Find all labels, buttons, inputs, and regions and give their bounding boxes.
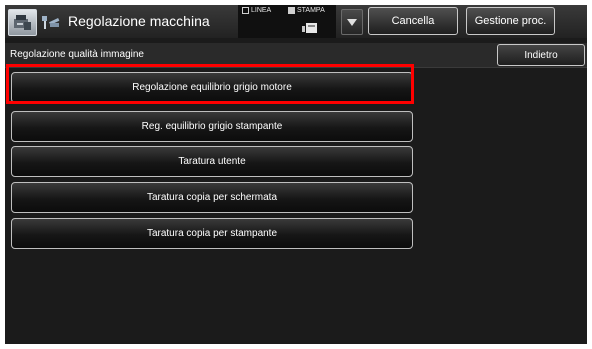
printer-icon [302, 21, 318, 39]
line-checkbox [242, 7, 249, 14]
line-status-label: LINEA [251, 7, 272, 14]
menu-item-printer-gray-balance[interactable]: Reg. equilibrio grigio stampante [11, 111, 413, 142]
adjust-tools-icon [40, 14, 62, 35]
cancel-button[interactable]: Cancella [368, 7, 458, 35]
machine-adjustment-screen: Regolazione macchina LINEA STAMPA Cancel… [5, 5, 587, 344]
menu-item-user-calibration[interactable]: Taratura utente [11, 146, 413, 177]
line-status: LINEA [242, 7, 271, 14]
app-title: Regolazione macchina [68, 13, 210, 29]
job-status-button[interactable]: Gestione proc. [466, 7, 555, 35]
status-dropdown-button[interactable] [341, 9, 363, 35]
menu-item-copy-calibration-screen[interactable]: Taratura copia per schermata [11, 182, 413, 213]
back-button[interactable]: Indietro [497, 44, 585, 66]
menu-item-copy-calibration-printer[interactable]: Taratura copia per stampante [11, 218, 413, 249]
print-status-label: STAMPA [297, 7, 325, 14]
chevron-down-icon [347, 18, 357, 26]
selection-highlight [6, 64, 414, 104]
page-title: Regolazione qualità immagine [10, 49, 144, 60]
header-bar: Regolazione macchina LINEA STAMPA Cancel… [5, 5, 587, 38]
machine-logo-icon[interactable] [8, 9, 37, 36]
status-area: LINEA STAMPA [238, 5, 336, 38]
print-status: STAMPA [288, 7, 325, 14]
print-checkbox [288, 7, 295, 14]
